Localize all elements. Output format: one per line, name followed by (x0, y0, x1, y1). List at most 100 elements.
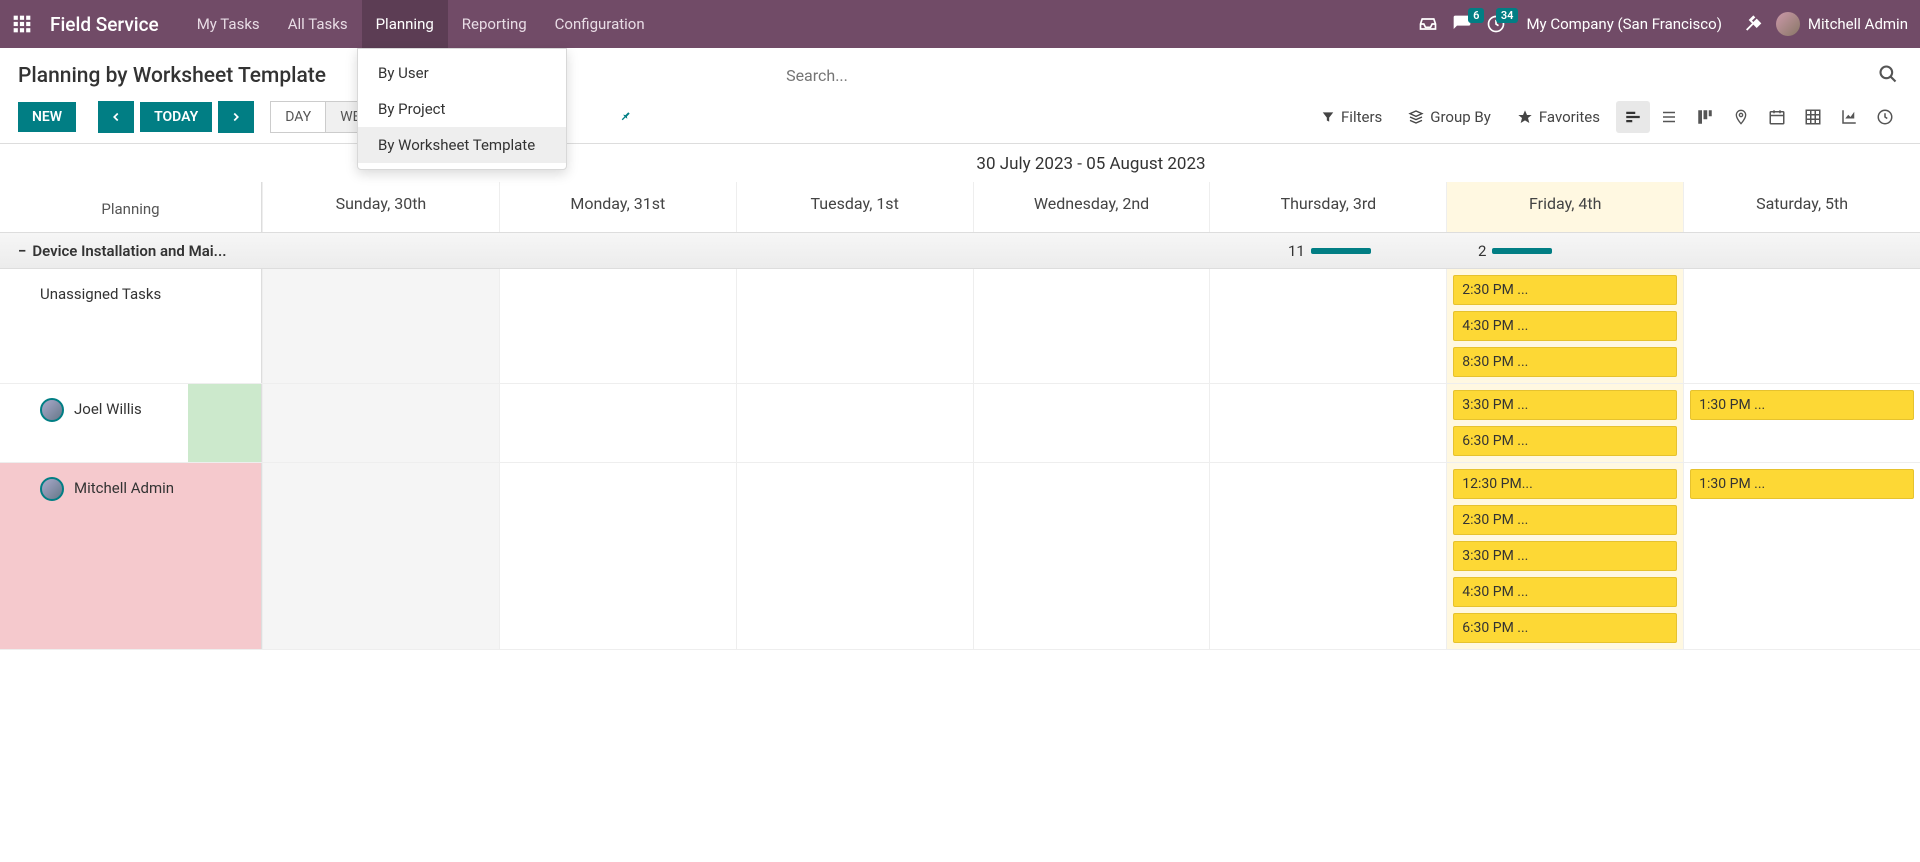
view-activity-icon[interactable] (1868, 101, 1902, 133)
view-gantt-icon[interactable] (1616, 101, 1650, 133)
messages-icon[interactable]: 6 (1452, 14, 1472, 34)
user-avatar-icon (40, 477, 64, 501)
next-button[interactable] (218, 101, 254, 133)
gantt-side-header: Planning (0, 182, 262, 232)
nav-item-all-tasks[interactable]: All Tasks (274, 0, 362, 48)
search-input[interactable] (786, 60, 1874, 91)
view-kanban-icon[interactable] (1688, 101, 1722, 133)
company-selector[interactable]: My Company (San Francisco) (1520, 15, 1727, 33)
user-menu[interactable]: Mitchell Admin (1776, 12, 1908, 36)
groupby-button[interactable]: Group By (1398, 104, 1501, 130)
favorites-button[interactable]: Favorites (1507, 104, 1610, 130)
gantt-day-headers: Sunday, 30thMonday, 31stTuesday, 1stWedn… (262, 182, 1920, 232)
task-pill[interactable]: 2:30 PM ... (1453, 275, 1677, 305)
dropdown-item-by-user[interactable]: By User (358, 55, 566, 91)
activities-badge: 34 (1496, 8, 1519, 23)
group-collapse-icon[interactable]: − (0, 242, 32, 260)
gantt-cell[interactable]: 1:30 PM ... (1683, 384, 1920, 462)
header: Planning by Worksheet Template (0, 48, 1920, 95)
row-label: Unassigned Tasks (40, 283, 161, 303)
task-pill[interactable]: 2:30 PM ... (1453, 505, 1677, 535)
gantt-cell[interactable]: 1:30 PM ... (1683, 463, 1920, 649)
nav-item-planning[interactable]: Planning (362, 0, 448, 48)
messages-badge: 6 (1468, 8, 1484, 23)
nav-item-my-tasks[interactable]: My Tasks (183, 0, 274, 48)
group-bar-icon (1492, 248, 1552, 254)
task-pill[interactable]: 3:30 PM ... (1453, 541, 1677, 571)
gantt-cell[interactable] (736, 384, 973, 462)
row-side: Joel Willis (0, 384, 262, 462)
task-pill[interactable]: 3:30 PM ... (1453, 390, 1677, 420)
toolbar: NEW TODAY DAYWEEK Filters Group By Favor… (0, 95, 1920, 143)
new-button[interactable]: NEW (18, 102, 76, 132)
view-graph-icon[interactable] (1832, 101, 1866, 133)
gantt-cell[interactable] (736, 463, 973, 649)
search-icon[interactable] (1874, 60, 1902, 91)
view-calendar-icon[interactable] (1760, 101, 1794, 133)
apps-icon[interactable] (12, 14, 32, 34)
task-pill[interactable]: 6:30 PM ... (1453, 613, 1677, 643)
gantt-cell[interactable] (1683, 269, 1920, 383)
app-brand[interactable]: Field Service (50, 13, 159, 36)
gantt-row: Unassigned Tasks 2:30 PM ... 4:30 PM ... 8:… (0, 269, 1920, 384)
filters-button[interactable]: Filters (1311, 104, 1392, 130)
nav-item-configuration[interactable]: Configuration (541, 0, 659, 48)
task-pill[interactable]: 6:30 PM ... (1453, 426, 1677, 456)
activities-icon[interactable]: 34 (1486, 14, 1506, 34)
prev-button[interactable] (98, 101, 134, 133)
pin-icon[interactable] (618, 109, 634, 125)
gantt-row: Joel Willis 3:30 PM ... 6:30 PM ... 1:30 PM… (0, 384, 1920, 463)
day-header: Wednesday, 2nd (973, 182, 1210, 232)
day-header: Sunday, 30th (262, 182, 499, 232)
gantt-cell[interactable] (1209, 269, 1446, 383)
gantt-cell[interactable] (973, 384, 1210, 462)
group-meta: 11 (1288, 242, 1371, 260)
settings-icon[interactable] (1742, 14, 1762, 34)
gantt-cell[interactable] (262, 463, 499, 649)
gantt-cell[interactable]: 2:30 PM ... 4:30 PM ... 8:30 PM ... (1446, 269, 1683, 383)
day-header: Tuesday, 1st (736, 182, 973, 232)
favorites-label: Favorites (1539, 108, 1600, 126)
gantt-cell[interactable] (736, 269, 973, 383)
gantt-cell[interactable] (499, 384, 736, 462)
day-header: Saturday, 5th (1683, 182, 1920, 232)
dropdown-item-by-worksheet-template[interactable]: By Worksheet Template (358, 127, 566, 163)
gantt-cell[interactable] (973, 269, 1210, 383)
task-pill[interactable]: 1:30 PM ... (1690, 469, 1914, 499)
nav-item-reporting[interactable]: Reporting (448, 0, 541, 48)
gantt-body: − Device Installation and Mai...112Unass… (0, 233, 1920, 650)
gantt-cell[interactable] (499, 463, 736, 649)
task-pill[interactable]: 1:30 PM ... (1690, 390, 1914, 420)
task-pill[interactable]: 8:30 PM ... (1453, 347, 1677, 377)
row-label: Joel Willis (74, 398, 142, 418)
task-pill[interactable]: 4:30 PM ... (1453, 577, 1677, 607)
page-title: Planning by Worksheet Template (18, 64, 326, 88)
view-pivot-icon[interactable] (1796, 101, 1830, 133)
dropdown-item-by-project[interactable]: By Project (358, 91, 566, 127)
group-count: 2 (1478, 242, 1486, 260)
day-header: Monday, 31st (499, 182, 736, 232)
group-row: − Device Installation and Mai...112 (0, 233, 1920, 269)
row-side: Mitchell Admin (0, 463, 262, 649)
gantt-cell[interactable] (262, 384, 499, 462)
nav-menu: My TasksAll TasksPlanningReportingConfig… (183, 0, 659, 48)
gantt-cell[interactable] (1209, 463, 1446, 649)
gantt-cell[interactable] (973, 463, 1210, 649)
group-meta: 2 (1478, 242, 1552, 260)
view-list-icon[interactable] (1652, 101, 1686, 133)
day-header: Friday, 4th (1446, 182, 1683, 232)
view-map-icon[interactable] (1724, 101, 1758, 133)
task-pill[interactable]: 4:30 PM ... (1453, 311, 1677, 341)
gantt-cell[interactable] (499, 269, 736, 383)
gantt-cell[interactable]: 12:30 PM... 2:30 PM ... 3:30 PM ... 4:30 PM… (1446, 463, 1683, 649)
range-day[interactable]: DAY (270, 101, 325, 133)
user-name: Mitchell Admin (1808, 15, 1908, 33)
gantt-cell[interactable]: 3:30 PM ... 6:30 PM ... (1446, 384, 1683, 462)
tray-icon[interactable] (1418, 14, 1438, 34)
gantt-cell[interactable] (262, 269, 499, 383)
row-label: Mitchell Admin (74, 477, 174, 497)
gantt-header: 30 July 2023 - 05 August 2023 Planning S… (0, 143, 1920, 233)
task-pill[interactable]: 12:30 PM... (1453, 469, 1677, 499)
today-button[interactable]: TODAY (140, 102, 212, 132)
gantt-cell[interactable] (1209, 384, 1446, 462)
